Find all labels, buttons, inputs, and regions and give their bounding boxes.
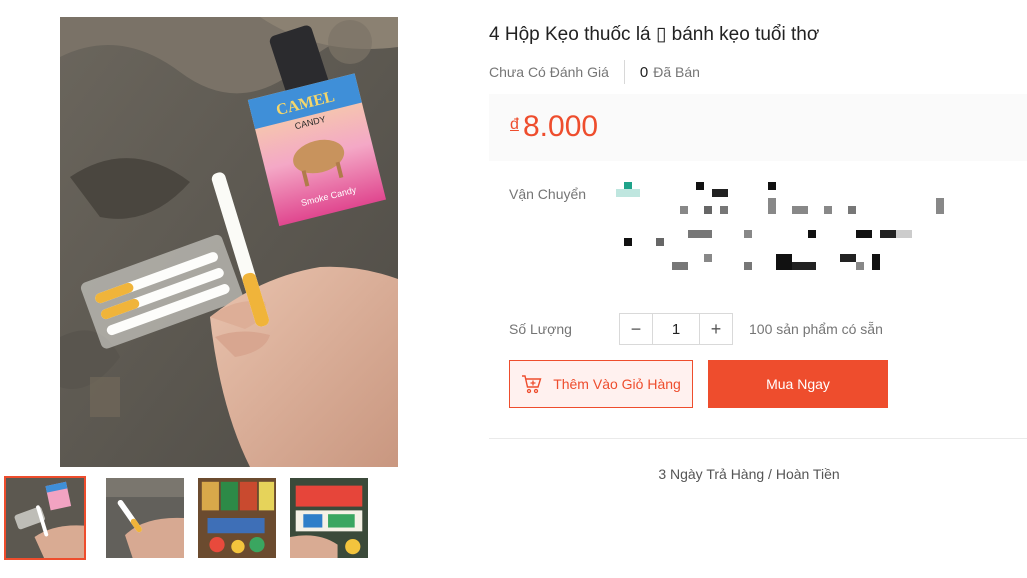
product-title: 4 Hộp Kẹo thuốc lá ▯ bánh kẹo tuổi thơ: [489, 24, 820, 45]
meta-divider: [623, 60, 625, 84]
main-product-image[interactable]: CAMEL CANDY Smoke Candy: [60, 17, 398, 467]
add-to-cart-button[interactable]: Thêm Vào Giỏ Hàng: [509, 360, 693, 408]
sold-label: Đã Bán: [653, 64, 700, 80]
thumbnail-4[interactable]: [288, 476, 370, 560]
price-currency: đ: [510, 116, 519, 133]
quantity-stepper: − 1 +: [619, 313, 733, 345]
quantity-input[interactable]: 1: [652, 314, 700, 344]
thumbnail-2[interactable]: [104, 476, 186, 560]
return-policy[interactable]: 3 Ngày Trả Hàng / Hoàn Tiền: [489, 466, 1009, 482]
shipping-label: Vận Chuyển: [509, 186, 587, 202]
add-to-cart-label: Thêm Vào Giỏ Hàng: [553, 376, 681, 392]
price-amount: 8.000: [523, 110, 599, 143]
cart-add-icon: [522, 375, 542, 394]
shipping-details-redacted: [615, 180, 955, 275]
rating-text[interactable]: Chưa Có Đánh Giá: [489, 64, 609, 80]
thumbnail-1[interactable]: [4, 476, 86, 560]
sold-count: 0: [639, 63, 649, 81]
price-panel: đ 8.000: [489, 94, 1027, 161]
thumbnail-3[interactable]: [196, 476, 278, 560]
quantity-label: Số Lượng: [509, 321, 572, 337]
section-divider: [489, 438, 1027, 439]
quantity-decrease-button[interactable]: −: [620, 314, 652, 344]
stock-available: 100 sản phẩm có sẵn: [749, 321, 883, 337]
rating-summary: Chưa Có Đánh Giá 0 Đã Bán: [489, 60, 700, 84]
buy-now-button[interactable]: Mua Ngay: [708, 360, 888, 408]
quantity-increase-button[interactable]: +: [700, 314, 732, 344]
thumbnail-strip: [4, 476, 368, 560]
